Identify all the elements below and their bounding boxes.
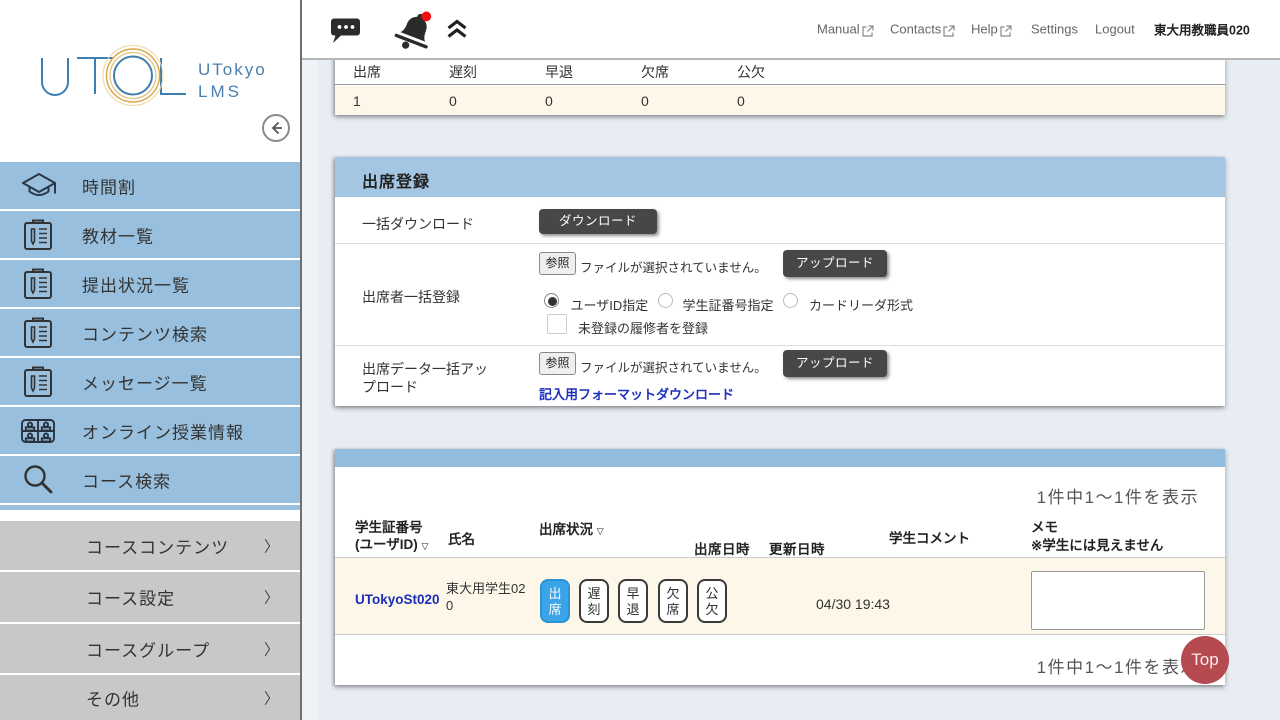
svg-text:UTokyo: UTokyo: [198, 60, 267, 79]
svg-text:LMS: LMS: [198, 82, 242, 101]
